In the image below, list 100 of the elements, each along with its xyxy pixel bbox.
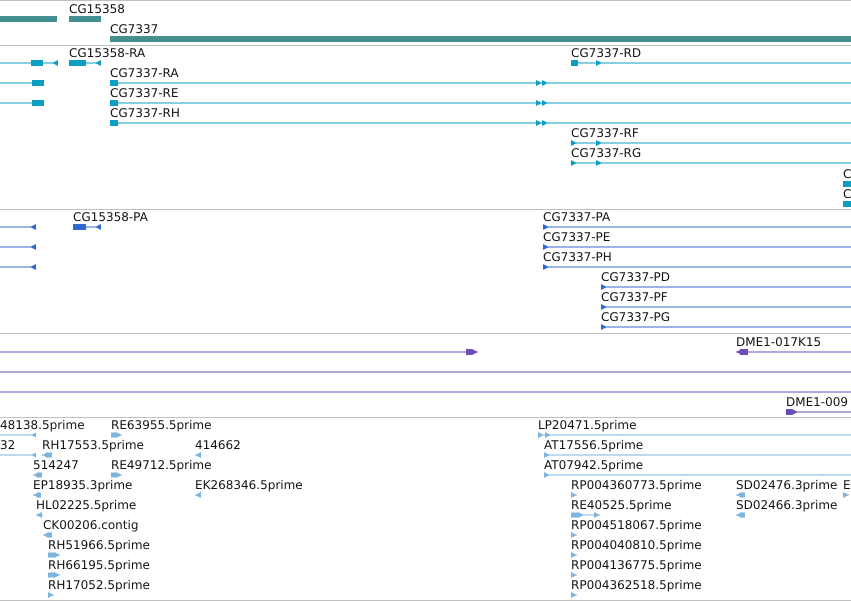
- feature-label: RP004518067.5prime: [571, 518, 702, 532]
- transcript-glyph[interactable]: [110, 99, 851, 107]
- feature-label: DME1-009: [786, 395, 848, 409]
- protein-glyph[interactable]: [543, 223, 851, 231]
- feature-label: C: [843, 167, 851, 181]
- feature-label: RH17553.5prime: [42, 438, 144, 452]
- feature-label: HL02225.5prime: [36, 498, 136, 512]
- feature-label: 48138.5prime: [0, 418, 85, 432]
- feature-label: RH66195.5prime: [48, 558, 150, 572]
- feature-label: CG7337: [110, 22, 158, 36]
- est-glyph[interactable]: [48, 591, 54, 599]
- feature-label: DME1-017K15: [736, 335, 822, 349]
- feature-label: CG7337-PG: [601, 310, 670, 324]
- transcript-glyph[interactable]: [110, 79, 851, 87]
- clone-glyph[interactable]: [0, 348, 478, 356]
- feature-label: CG7337-PE: [543, 230, 610, 244]
- est-glyph[interactable]: [571, 571, 577, 579]
- est-glyph[interactable]: [111, 431, 122, 439]
- est-glyph[interactable]: [538, 431, 851, 439]
- feature-label: CG7337-RE: [110, 86, 178, 100]
- transcript-glyph[interactable]: [843, 180, 851, 188]
- feature-label: C: [843, 187, 851, 201]
- est-glyph[interactable]: [33, 491, 41, 499]
- est-glyph[interactable]: [736, 511, 745, 519]
- feature-label: SD02476.3prime: [736, 478, 838, 492]
- est-glyph[interactable]: [571, 491, 577, 499]
- est-glyph[interactable]: [42, 451, 52, 459]
- protein-glyph[interactable]: [601, 323, 851, 331]
- feature-label: 514247: [33, 458, 79, 472]
- est-glyph[interactable]: [571, 511, 600, 519]
- transcript-glyph[interactable]: [110, 119, 851, 127]
- feature-label: EP18935.3prime: [33, 478, 132, 492]
- est-glyph[interactable]: [736, 491, 745, 499]
- feature-label: RP004360773.5prime: [571, 478, 702, 492]
- feature-label: 32: [0, 438, 16, 452]
- feature-label: RP004136775.5prime: [571, 558, 702, 572]
- protein-glyph[interactable]: [601, 303, 851, 311]
- transcript-glyph[interactable]: [571, 159, 851, 167]
- feature-label: CK00206.contig: [43, 518, 138, 532]
- clone-glyph[interactable]: [736, 348, 851, 356]
- feature-label: 414662: [195, 438, 241, 452]
- feature-label: CG7337-RG: [571, 146, 642, 160]
- protein-glyph[interactable]: [543, 263, 851, 271]
- protein-glyph[interactable]: [0, 243, 36, 251]
- est-glyph[interactable]: [111, 471, 122, 479]
- protein-glyph[interactable]: [543, 243, 851, 251]
- transcript-glyph[interactable]: [843, 200, 851, 208]
- est-glyph[interactable]: [571, 551, 577, 559]
- feature-label: RE49712.5prime: [111, 458, 212, 472]
- gene-bar[interactable]: [0, 15, 57, 23]
- gene-bar[interactable]: [69, 15, 101, 23]
- protein-glyph[interactable]: [0, 223, 36, 231]
- transcript-glyph[interactable]: [0, 79, 44, 87]
- feature-label: LP20471.5prime: [538, 418, 637, 432]
- est-glyph[interactable]: [48, 571, 60, 579]
- transcript-glyph[interactable]: [0, 59, 58, 67]
- feature-label: CG15358-RA: [69, 46, 146, 60]
- feature-label: RE40525.5prime: [571, 498, 672, 512]
- est-glyph[interactable]: [544, 451, 851, 459]
- feature-label: RH17052.5prime: [48, 578, 150, 592]
- feature-label: CG15358: [69, 2, 125, 16]
- est-glyph[interactable]: [843, 491, 849, 499]
- est-glyph[interactable]: [544, 471, 851, 479]
- transcript-glyph[interactable]: [69, 59, 101, 67]
- feature-label: CG7337-PF: [601, 290, 668, 304]
- clone-glyph[interactable]: [786, 408, 851, 416]
- feature-label: CG7337-RH: [110, 106, 180, 120]
- protein-glyph[interactable]: [601, 283, 851, 291]
- est-glyph[interactable]: [48, 551, 60, 559]
- est-glyph[interactable]: [195, 451, 201, 459]
- feature-label: AT07942.5prime: [544, 458, 644, 472]
- feature-label: RP004040810.5prime: [571, 538, 702, 552]
- feature-label: CG7337-RA: [110, 66, 179, 80]
- feature-label: E: [843, 478, 851, 492]
- feature-label: EK268346.5prime: [195, 478, 303, 492]
- est-glyph[interactable]: [571, 591, 577, 599]
- feature-label: SD02466.3prime: [736, 498, 838, 512]
- feature-label: RE63955.5prime: [111, 418, 212, 432]
- feature-label: RP004362518.5prime: [571, 578, 702, 592]
- feature-label: CG7337-RD: [571, 46, 642, 60]
- est-glyph[interactable]: [36, 511, 43, 519]
- est-glyph[interactable]: [571, 531, 577, 539]
- est-glyph[interactable]: [0, 451, 36, 459]
- feature-label: CG7337-RF: [571, 126, 639, 140]
- protein-glyph[interactable]: [0, 263, 36, 271]
- est-glyph[interactable]: [0, 431, 36, 439]
- est-glyph[interactable]: [33, 471, 42, 479]
- protein-glyph[interactable]: [73, 223, 101, 231]
- feature-label: RH51966.5prime: [48, 538, 150, 552]
- feature-label: AT17556.5prime: [544, 438, 644, 452]
- feature-label: CG7337-PH: [543, 250, 612, 264]
- transcript-glyph[interactable]: [571, 59, 851, 67]
- transcript-glyph[interactable]: [571, 139, 851, 147]
- est-glyph[interactable]: [43, 531, 52, 539]
- feature-label: CG7337-PD: [601, 270, 670, 284]
- transcript-glyph[interactable]: [0, 99, 44, 107]
- feature-label: CG7337-PA: [543, 210, 610, 224]
- feature-label: CG15358-PA: [73, 210, 148, 224]
- est-glyph[interactable]: [195, 491, 201, 499]
- gene-bar[interactable]: [110, 35, 851, 43]
